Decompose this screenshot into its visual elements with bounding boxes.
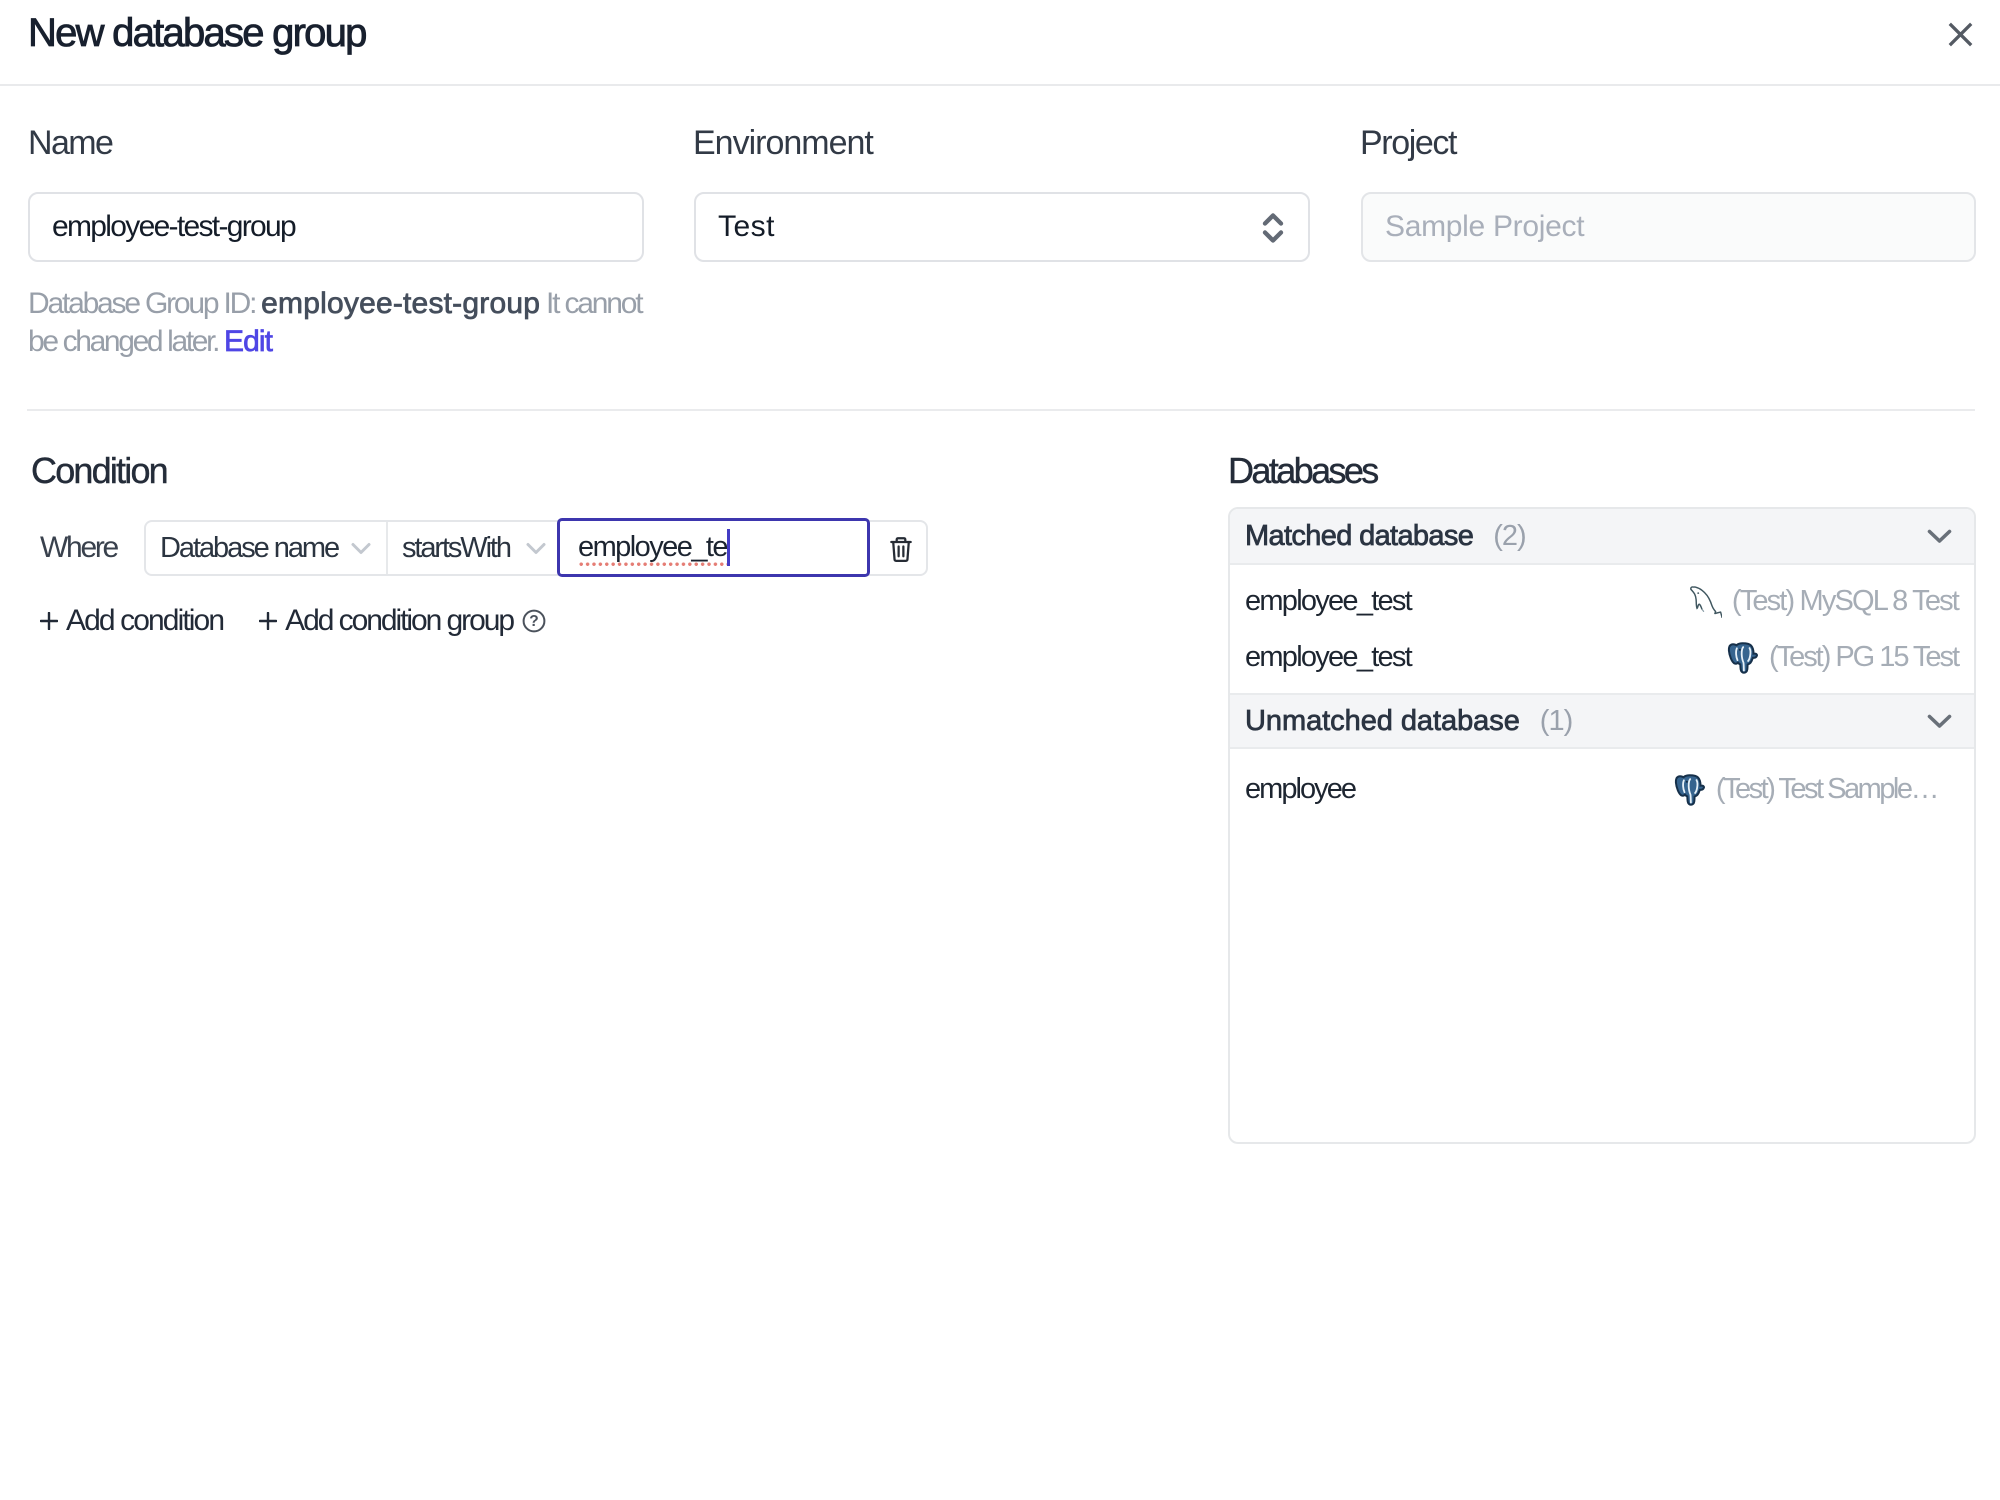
svg-text:?: ?	[529, 613, 538, 630]
